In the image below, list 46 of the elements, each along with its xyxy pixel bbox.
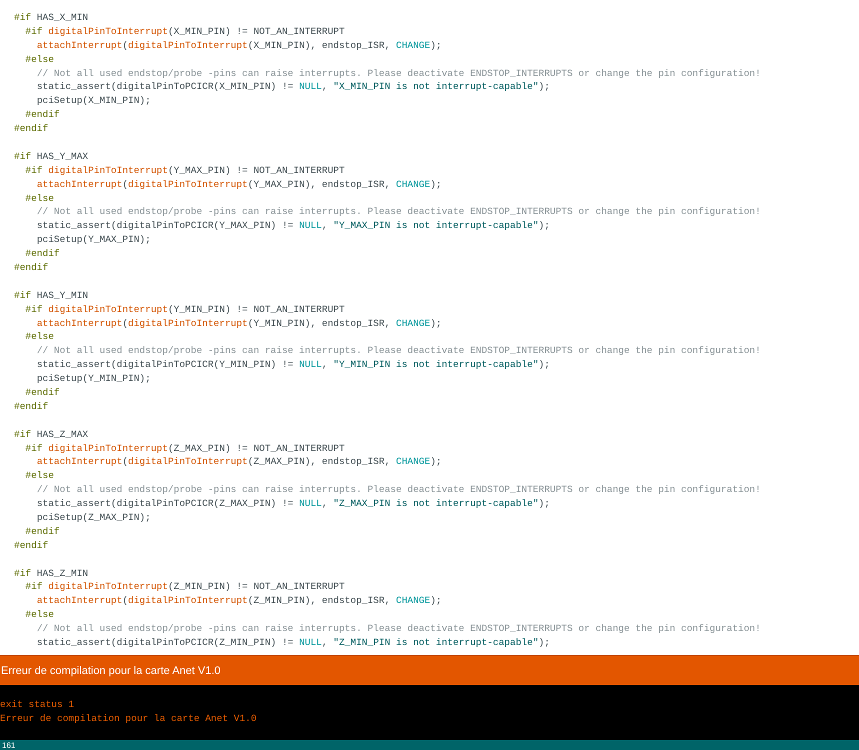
code-line: #endif: [25, 248, 60, 260]
code-line: #if HAS_Y_MAX: [14, 150, 88, 163]
code-line: static_assert(digitalPinToPCICR(Z_MIN_PIN) != NULL, "Z_MIN_PIN is not interrupt-capable");: [36, 637, 550, 650]
code-line: pciSetup(X_MIN_PIN);: [36, 95, 151, 108]
code-line: #if digitalPinToInterrupt(Y_MIN_PIN) != NOT_AN_INTERRUPT: [25, 304, 345, 316]
code-line: // Not all used endstop/probe -pins can raise interrupts. Please deactivate ENDSTOP_INTERRUPTS or change the pin configuration!: [36, 484, 761, 496]
code-line: #else: [25, 470, 54, 482]
console-line: Erreur de compilation pour la carte Anet V1.0: [0, 712, 257, 726]
code-line: #else: [25, 192, 54, 205]
code-line: #endif: [14, 262, 48, 274]
code-line: attachInterrupt(digitalPinToInterrupt(Y_MIN_PIN), endstop_ISR, CHANGE);: [36, 318, 442, 330]
code-line: #endif: [14, 123, 48, 136]
code-line: // Not all used endstop/probe -pins can raise interrupts. Please deactivate ENDSTOP_INTERRUPTS or change the pin configuration!: [36, 206, 761, 218]
code-line: static_assert(digitalPinToPCICR(Y_MAX_PIN) != NULL, "Y_MAX_PIN is not interrupt-capable");: [36, 220, 550, 232]
code-line: #if digitalPinToInterrupt(Y_MAX_PIN) != NOT_AN_INTERRUPT: [25, 164, 345, 177]
code-line: attachInterrupt(digitalPinToInterrupt(X_MIN_PIN), endstop_ISR, CHANGE);: [36, 40, 442, 52]
line-number: 161: [2, 740, 16, 750]
code-line: #if digitalPinToInterrupt(Z_MIN_PIN) != NOT_AN_INTERRUPT: [25, 581, 345, 594]
code-line: #endif: [14, 540, 48, 552]
code-line: #endif: [25, 386, 60, 399]
code-line: static_assert(digitalPinToPCICR(Z_MAX_PIN) != NULL, "Z_MAX_PIN is not interrupt-capable");: [36, 498, 550, 510]
code-line: pciSetup(Y_MAX_PIN);: [36, 234, 151, 246]
code-line: #if digitalPinToInterrupt(X_MIN_PIN) != NOT_AN_INTERRUPT: [25, 26, 345, 38]
code-line: #else: [25, 54, 54, 66]
code-line: #endif: [25, 526, 60, 538]
code-line: attachInterrupt(digitalPinToInterrupt(Z_MIN_PIN), endstop_ISR, CHANGE);: [36, 595, 442, 608]
code-line: #endif: [14, 400, 48, 413]
error-message: Erreur de compilation pour la carte Anet V1.0: [1, 664, 221, 676]
code-line: #if HAS_Y_MIN: [14, 290, 88, 302]
code-line: static_assert(digitalPinToPCICR(Y_MIN_PIN) != NULL, "Y_MIN_PIN is not interrupt-capable");: [36, 359, 550, 372]
code-line: attachInterrupt(digitalPinToInterrupt(Y_MAX_PIN), endstop_ISR, CHANGE);: [36, 178, 442, 191]
code-line: #if digitalPinToInterrupt(Z_MAX_PIN) != NOT_AN_INTERRUPT: [25, 442, 345, 455]
code-line: #else: [25, 609, 54, 622]
code-line: attachInterrupt(digitalPinToInterrupt(Z_MAX_PIN), endstop_ISR, CHANGE);: [36, 456, 442, 468]
code-line: #endif: [25, 109, 60, 122]
code-line: // Not all used endstop/probe -pins can raise interrupts. Please deactivate ENDSTOP_INTERRUPTS or change the pin configuration!: [36, 623, 761, 636]
code-line: #if HAS_Z_MIN: [14, 568, 88, 580]
console-line: exit status 1: [0, 698, 74, 712]
code-line: #if HAS_Z_MAX: [14, 428, 88, 441]
code-line: #else: [25, 331, 54, 344]
code-line: #if HAS_X_MIN: [14, 12, 88, 24]
code-line: pciSetup(Y_MIN_PIN);: [36, 373, 151, 386]
code-line: // Not all used endstop/probe -pins can raise interrupts. Please deactivate ENDSTOP_INTERRUPTS or change the pin configuration!: [36, 345, 761, 358]
code-line: // Not all used endstop/probe -pins can raise interrupts. Please deactivate ENDSTOP_INTERRUPTS or change the pin configuration!: [36, 68, 761, 80]
code-line: pciSetup(Z_MAX_PIN);: [36, 512, 151, 524]
code-line: static_assert(digitalPinToPCICR(X_MIN_PIN) != NULL, "X_MIN_PIN is not interrupt-capable");: [36, 81, 550, 94]
